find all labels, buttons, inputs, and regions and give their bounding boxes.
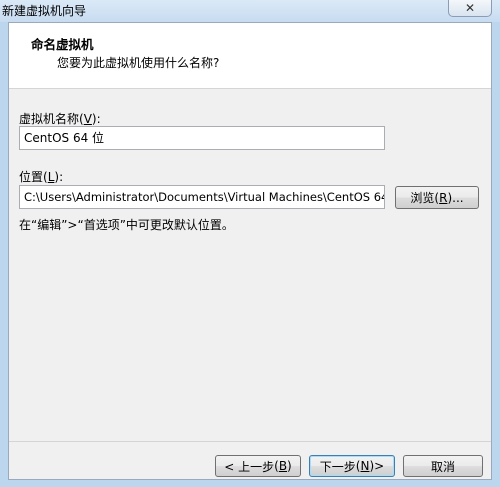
browse-button[interactable]: 浏览(R)... bbox=[395, 186, 479, 209]
close-icon: ✕ bbox=[464, 1, 476, 15]
header-band: 命名虚拟机 您要为此虚拟机使用什么名称? bbox=[9, 23, 491, 89]
wizard-window: 新建虚拟机向导 ✕ 命名虚拟机 您要为此虚拟机使用什么名称? 虚拟机名称(V):… bbox=[0, 0, 500, 487]
close-button[interactable]: ✕ bbox=[448, 0, 492, 17]
page-subtitle: 您要为此虚拟机使用什么名称? bbox=[57, 56, 220, 70]
wizard-body: 命名虚拟机 您要为此虚拟机使用什么名称? 虚拟机名称(V): CentOS 64… bbox=[8, 22, 492, 480]
vm-name-input[interactable]: CentOS 64 位 bbox=[19, 126, 385, 150]
cancel-button[interactable]: 取消 bbox=[403, 455, 483, 477]
footer-separator bbox=[9, 441, 491, 442]
vm-name-label: 虚拟机名称(V): bbox=[19, 112, 101, 126]
location-label: 位置(L): bbox=[19, 170, 64, 184]
location-hint: 在“编辑”>“首选项”中可更改默认位置。 bbox=[19, 218, 234, 232]
page-title: 命名虚拟机 bbox=[31, 37, 94, 52]
title-bar[interactable]: 新建虚拟机向导 ✕ bbox=[0, 0, 500, 22]
back-button[interactable]: < 上一步(B) bbox=[215, 455, 301, 477]
location-input[interactable]: C:\Users\Administrator\Documents\Virtual… bbox=[19, 185, 385, 209]
next-button[interactable]: 下一步(N) > bbox=[309, 455, 395, 477]
window-title: 新建虚拟机向导 bbox=[2, 4, 87, 18]
